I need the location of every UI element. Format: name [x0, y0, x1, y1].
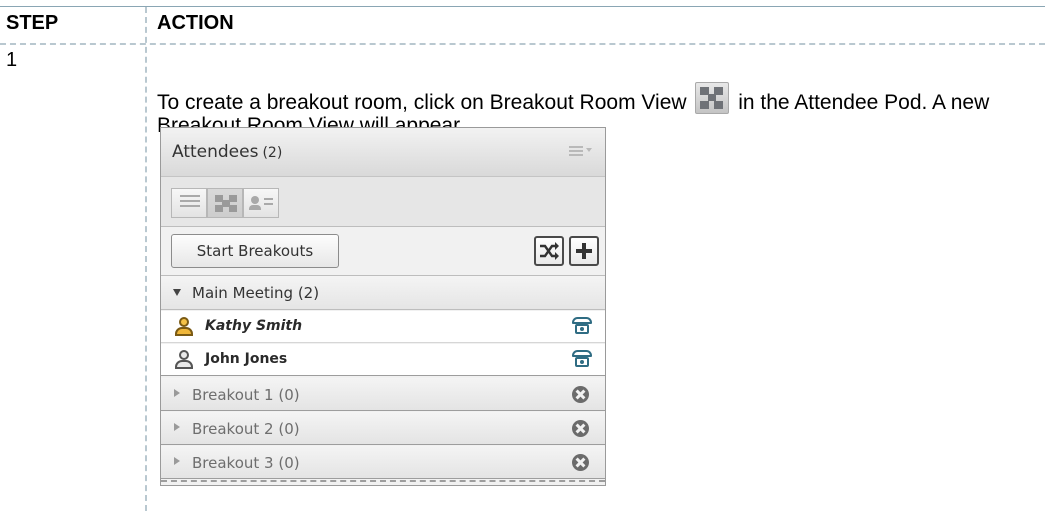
- attendee-status-view-icon: [249, 196, 261, 210]
- expand-caret-right-icon[interactable]: [174, 389, 180, 397]
- participant-user-icon: [174, 349, 194, 371]
- attendee-name: John Jones: [205, 351, 288, 367]
- breakout-room-label: Breakout 2 (0): [192, 420, 300, 438]
- remove-breakout-icon[interactable]: [572, 454, 589, 471]
- attendee-list-view-button[interactable]: [171, 188, 207, 218]
- shuffle-attendees-button[interactable]: [534, 236, 564, 266]
- main-meeting-label: Main Meeting (2): [192, 284, 320, 302]
- status-lines-icon: [264, 198, 273, 208]
- shuffle-icon: [540, 242, 559, 260]
- pod-options-menu-icon[interactable]: [569, 146, 583, 156]
- telephone-icon: [572, 350, 592, 368]
- remove-breakout-icon[interactable]: [572, 420, 589, 437]
- attendee-name: Kathy Smith: [205, 318, 303, 334]
- host-user-icon: [174, 316, 194, 338]
- breakout-room-row[interactable]: Breakout 2 (0): [161, 412, 605, 445]
- breakout-room-row[interactable]: Breakout 1 (0): [161, 378, 605, 411]
- view-toggle-bar: [161, 177, 605, 227]
- pod-options-caret-icon[interactable]: [586, 148, 592, 152]
- breakout-room-label: Breakout 3 (0): [192, 454, 300, 472]
- step-column-header: STEP: [6, 12, 59, 34]
- step-number: 1: [6, 49, 18, 71]
- start-breakouts-button[interactable]: Start Breakouts: [171, 234, 339, 268]
- expand-caret-down-icon[interactable]: [173, 289, 181, 296]
- add-breakout-room-button[interactable]: [569, 236, 599, 266]
- main-meeting-group[interactable]: Main Meeting (2): [161, 276, 605, 310]
- attendees-pod: Attendees (2) Start Breakouts Main Meeti…: [160, 127, 606, 486]
- breakout-action-bar: Start Breakouts: [161, 227, 605, 276]
- attendee-status-view-button[interactable]: [243, 188, 279, 218]
- table-top-border: [0, 6, 1045, 7]
- instruction-text-part-1: To create a breakout room, click on Brea…: [157, 91, 693, 114]
- pod-cutoff-edge: [161, 480, 605, 482]
- expand-caret-right-icon[interactable]: [174, 457, 180, 465]
- header-row-divider: [0, 43, 1045, 45]
- action-column-header: ACTION: [157, 12, 234, 34]
- column-divider: [145, 7, 147, 511]
- breakout-room-label: Breakout 1 (0): [192, 386, 300, 404]
- attendee-count: (2): [262, 145, 283, 161]
- telephone-icon: [572, 317, 592, 335]
- remove-breakout-icon[interactable]: [572, 386, 589, 403]
- expand-caret-right-icon[interactable]: [174, 423, 180, 431]
- attendee-row[interactable]: John Jones: [161, 344, 605, 376]
- attendee-list-view-icon: [180, 195, 200, 211]
- pod-title-bar: Attendees (2): [161, 128, 605, 177]
- breakout-room-view-button[interactable]: [207, 188, 243, 218]
- breakout-room-view-icon: [695, 82, 730, 114]
- attendee-row[interactable]: Kathy Smith: [161, 311, 605, 343]
- pod-title-text: Attendees: [172, 142, 259, 162]
- pod-title: Attendees (2): [172, 142, 282, 162]
- breakout-room-row[interactable]: Breakout 3 (0): [161, 446, 605, 479]
